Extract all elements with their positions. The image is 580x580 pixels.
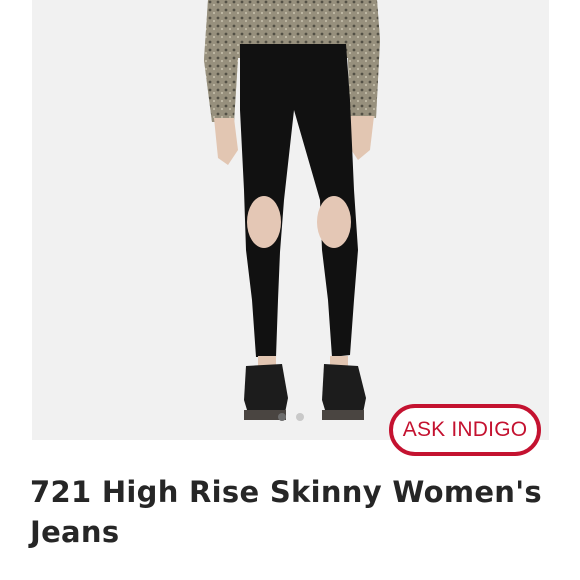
carousel-dot-1[interactable]	[277, 413, 286, 421]
ask-indigo-label: ASK INDIGO	[402, 418, 528, 441]
ask-indigo-button[interactable]: ASK INDIGO	[389, 404, 541, 456]
carousel-dot-2[interactable]	[295, 413, 304, 421]
product-title: 721 High Rise Skinny Women's Jeans	[30, 475, 542, 549]
jeans-model-illustration	[204, 0, 380, 420]
product-page: ASK INDIGO 721 High Rise Skinny Women's …	[0, 0, 580, 580]
product-image[interactable]	[32, 0, 549, 440]
